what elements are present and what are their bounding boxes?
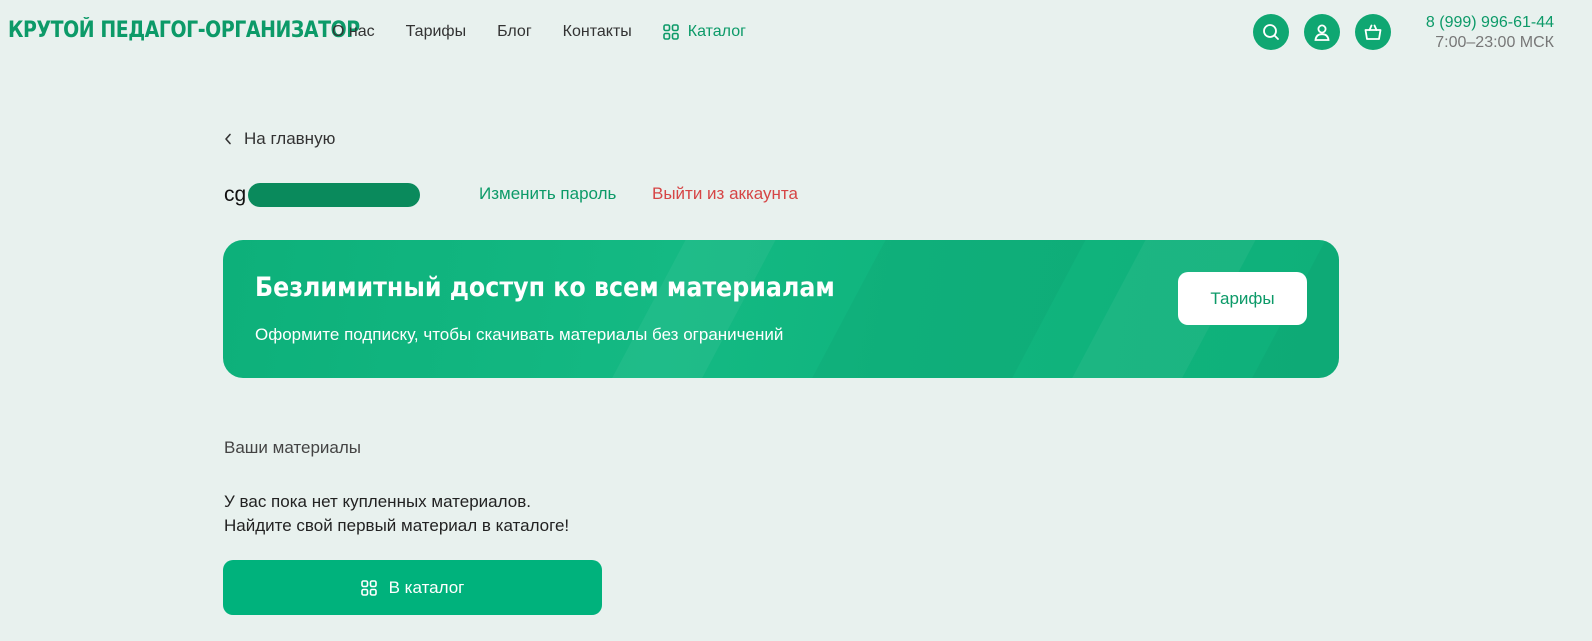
tariffs-button[interactable]: Тарифы <box>1178 272 1307 325</box>
nav-tariffs[interactable]: Тарифы <box>406 23 466 41</box>
grid-icon <box>360 579 377 596</box>
contact-phone: 8 (999) 996-61-44 7:00–23:00 МСК <box>1426 13 1554 53</box>
chevron-left-icon <box>225 133 231 145</box>
cart-icon <box>1364 24 1382 40</box>
logout-link[interactable]: Выйти из аккаунта <box>652 184 798 204</box>
nav-catalog-label: Каталог <box>687 23 746 40</box>
back-to-home-link[interactable]: На главную <box>224 129 335 149</box>
nav-catalog[interactable]: Каталог <box>662 23 746 41</box>
banner-decoration <box>779 240 1107 378</box>
account-button[interactable] <box>1304 14 1340 50</box>
search-button[interactable] <box>1253 14 1289 50</box>
grid-icon <box>662 24 679 40</box>
materials-heading: Ваши материалы <box>224 438 362 457</box>
banner-decoration <box>579 240 797 378</box>
account-info: cg <box>224 181 420 209</box>
empty-line-2: Найдите свой первый материал в каталоге! <box>224 516 570 535</box>
search-icon <box>1263 24 1279 40</box>
site-logo[interactable]: КРУТОЙ ПЕДАГОГ-ОРГАНИЗАТОР <box>8 18 360 43</box>
back-label: На главную <box>244 129 336 148</box>
cart-button[interactable] <box>1355 14 1391 50</box>
subscription-banner: Безлимитный доступ ко всем материалам Оф… <box>223 240 1339 378</box>
username-text: cg <box>224 183 247 206</box>
username: cg <box>224 181 420 209</box>
nav-contacts[interactable]: Контакты <box>563 23 632 41</box>
empty-line-1: У вас пока нет купленных материалов. <box>224 492 531 511</box>
working-hours: 7:00–23:00 МСК <box>1435 34 1554 51</box>
redacted-block <box>248 183 420 207</box>
banner-subtitle: Оформите подписку, чтобы скачивать матер… <box>255 325 784 344</box>
empty-state-message: У вас пока нет купленных материалов. Най… <box>224 490 569 538</box>
nav-about[interactable]: О нас <box>332 23 375 41</box>
main-nav: О нас Тарифы Блог Контакты Каталог <box>332 23 777 41</box>
phone-number[interactable]: 8 (999) 996-61-44 <box>1426 13 1554 33</box>
user-icon <box>1314 24 1330 41</box>
banner-title: Безлимитный доступ ко всем материалам <box>255 272 835 303</box>
change-password-link[interactable]: Изменить пароль <box>479 184 616 204</box>
go-to-catalog-button[interactable]: В каталог <box>223 560 602 615</box>
site-header: КРУТОЙ ПЕДАГОГ-ОРГАНИЗАТОР О нас Тарифы … <box>0 0 1592 66</box>
catalog-button-label: В каталог <box>388 577 465 597</box>
nav-blog[interactable]: Блог <box>497 23 532 41</box>
